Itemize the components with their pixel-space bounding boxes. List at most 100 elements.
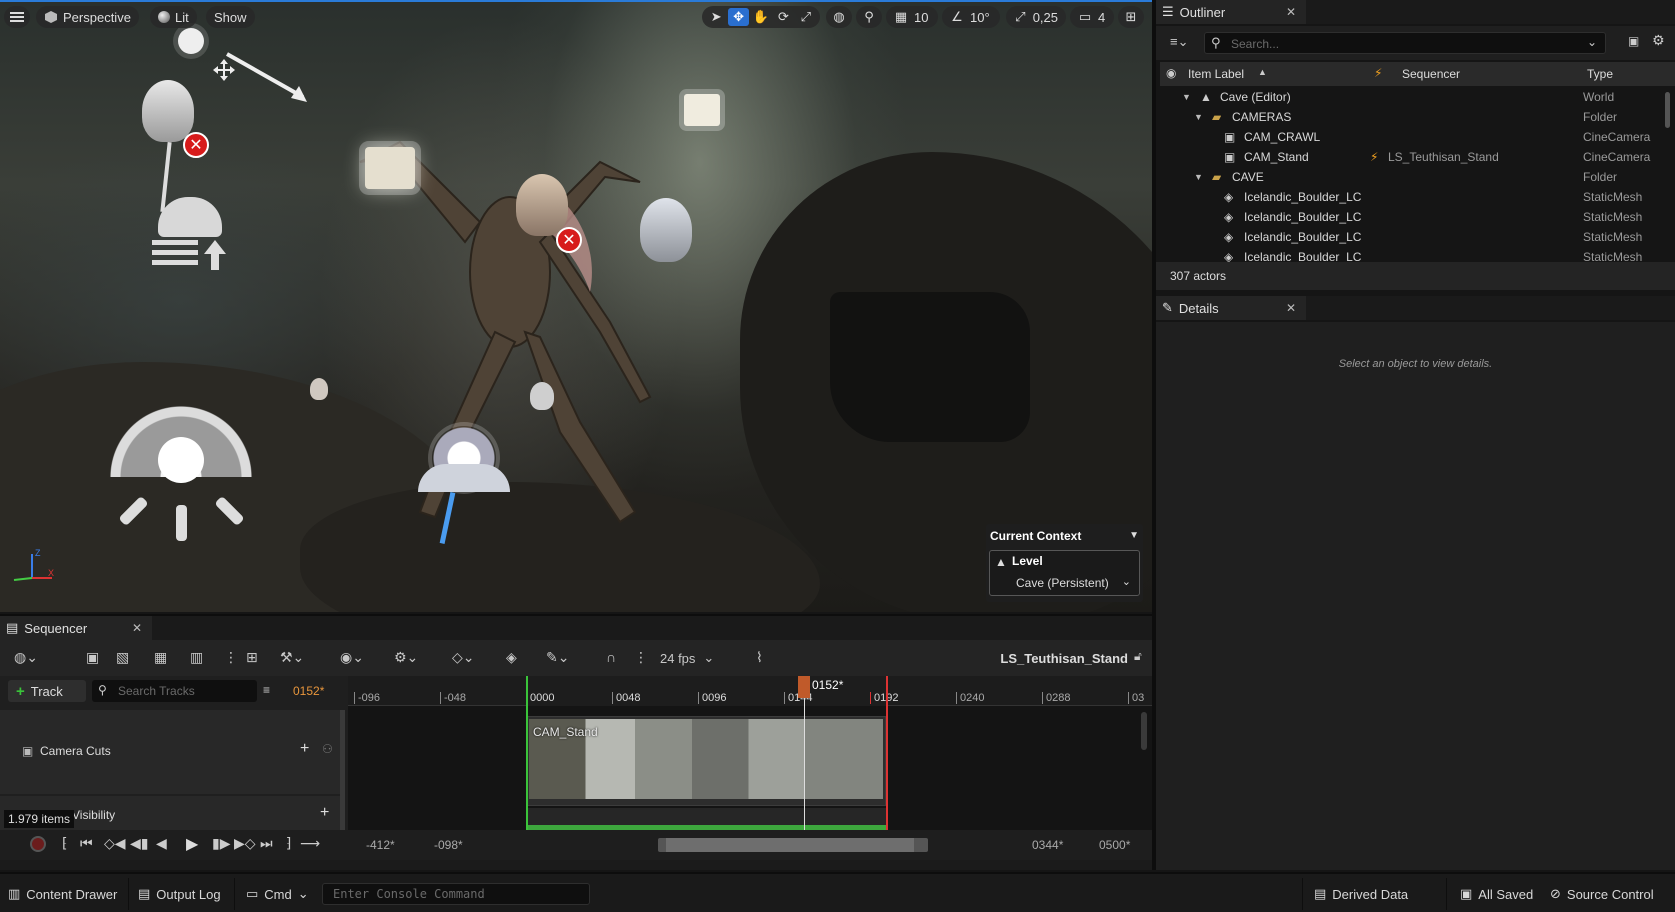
view-range-slider[interactable]: [658, 838, 928, 852]
surface-snap-button[interactable]: ⚲: [856, 6, 882, 28]
derived-data-button[interactable]: ▤ Derived Data: [1314, 882, 1408, 906]
world-icon[interactable]: ◍⌄: [14, 649, 38, 666]
select-icon[interactable]: ➤: [706, 8, 726, 26]
context-dropdown-icon[interactable]: ▼: [1129, 530, 1139, 541]
timeline-scrollbar[interactable]: [1141, 712, 1147, 750]
outliner-row[interactable]: ▣ CAM_Stand ⚡ LS_Teuthisan_Stand CineCamera: [1160, 147, 1675, 167]
output-log-button[interactable]: ▤ Output Log: [138, 882, 221, 906]
jump-to-end-icon[interactable]: ⁆: [286, 835, 291, 852]
sun-light-icon[interactable]: [178, 28, 204, 54]
next-key-icon[interactable]: ▶◇: [234, 835, 256, 852]
tab-outliner[interactable]: ☰ Outliner ✕: [1156, 0, 1306, 24]
rotate-hand-icon[interactable]: ✋: [751, 8, 771, 26]
filter-icon[interactable]: ≡⌄: [1170, 34, 1188, 50]
current-frame-value[interactable]: 0152*: [293, 684, 324, 698]
scale-snap-button[interactable]: ⤢ 0,25: [1006, 6, 1066, 28]
track-scrollbar[interactable]: [340, 710, 345, 830]
playback-start-marker[interactable]: [526, 676, 528, 830]
outliner-row[interactable]: ◈ Icelandic_Boulder_LC StaticMesh: [1160, 187, 1675, 207]
small-bulb-icon-2[interactable]: [310, 378, 328, 400]
show-button[interactable]: Show: [206, 6, 255, 28]
camera-icon[interactable]: ▦: [154, 649, 167, 666]
edit-mode-icon[interactable]: ✎⌄: [546, 649, 569, 666]
camera-lock-icon[interactable]: ⚇: [322, 742, 333, 756]
track-camera-cuts[interactable]: ▣ Camera Cuts + ⚇: [0, 710, 340, 794]
lit-button[interactable]: Lit: [150, 6, 197, 28]
move-gizmo-icon[interactable]: [212, 58, 236, 82]
eye-icon[interactable]: ◉: [1166, 66, 1176, 80]
level-visibility-section[interactable]: [526, 808, 886, 830]
save-icon[interactable]: ▣: [86, 649, 99, 666]
skylight-icon[interactable]: [98, 387, 264, 547]
angle-snap-button[interactable]: ∠ 10°: [942, 6, 1000, 28]
playhead[interactable]: [804, 676, 805, 830]
grid-snap-button[interactable]: ▦ 10: [886, 6, 938, 28]
point-light-bulb-icon-2[interactable]: [516, 174, 568, 236]
level-selector[interactable]: ▲ Level Cave (Persistent) ⌄: [989, 550, 1140, 596]
point-light-bulb-icon[interactable]: [142, 80, 194, 142]
rect-light-icon-2[interactable]: [684, 94, 720, 126]
point-light-bulb-icon-3[interactable]: [640, 198, 692, 262]
playhead-handle[interactable]: [798, 676, 810, 698]
play-icon[interactable]: ▶: [186, 834, 198, 854]
rotate-icon[interactable]: ⟳: [773, 8, 793, 26]
sky-atmosphere-icon[interactable]: [150, 192, 230, 277]
loop-icon[interactable]: ⟶: [300, 835, 320, 852]
outliner-row[interactable]: ◈ Icelandic_Boulder_LC StaticMesh: [1160, 207, 1675, 227]
snap-magnet-icon[interactable]: ∩: [606, 649, 616, 665]
outliner-row[interactable]: ▣ CAM_CRAWL CineCamera: [1160, 127, 1675, 147]
outliner-row[interactable]: ◈ Icelandic_Boulder_LC StaticMesh: [1160, 227, 1675, 247]
expand-arrow-icon[interactable]: ▼: [1182, 92, 1191, 102]
console-input[interactable]: Enter Console Command: [322, 883, 590, 905]
playback-end-marker[interactable]: [886, 676, 888, 830]
translate-icon[interactable]: ✥: [728, 8, 749, 26]
column-type[interactable]: Type: [1587, 67, 1613, 81]
record-icon[interactable]: [30, 836, 46, 852]
column-sequencer[interactable]: Sequencer: [1402, 67, 1460, 81]
auto-key-icon[interactable]: ◈: [506, 649, 517, 666]
skip-forward-icon[interactable]: ⏭︎: [260, 835, 273, 852]
tab-sequencer[interactable]: ▤ Sequencer ✕: [0, 616, 152, 640]
cmd-dropdown[interactable]: ▭ Cmd ⌄: [246, 882, 309, 906]
range-start-value[interactable]: -412*: [366, 838, 395, 852]
fps-dropdown[interactable]: 24 fps ⌄: [660, 650, 714, 666]
filter-icon[interactable]: ≡: [263, 683, 270, 697]
tab-details[interactable]: ✎ Details ✕: [1156, 296, 1306, 320]
scale-icon[interactable]: ⤢: [796, 8, 816, 26]
outliner-row[interactable]: ▼ ▲ Cave (Editor) World: [1160, 87, 1675, 107]
playback-gear-icon[interactable]: ⚙⌄: [394, 649, 418, 666]
layout-button[interactable]: ⊞: [1118, 6, 1144, 28]
view-end-value[interactable]: 0344*: [1032, 838, 1063, 852]
more-icon[interactable]: ⋮: [224, 649, 238, 666]
perspective-button[interactable]: Perspective: [36, 6, 139, 28]
lock-icon[interactable]: 🔓︎: [1134, 649, 1142, 664]
creature-mesh[interactable]: [300, 102, 720, 542]
wrench-icon[interactable]: ⚒⌄: [280, 649, 304, 666]
render-movie-icon[interactable]: ▥: [190, 649, 203, 666]
add-visibility-icon[interactable]: +: [320, 804, 329, 822]
step-back-icon[interactable]: ◀▮: [130, 835, 148, 852]
time-ruler[interactable]: -096 -048 0000 0048 0096 0144 0192 0240 …: [348, 676, 1152, 706]
all-saved-button[interactable]: ▣ All Saved: [1460, 882, 1533, 906]
spot-light-icon[interactable]: [418, 422, 510, 494]
outliner-search-input[interactable]: ⚲ Search... ⌄: [1204, 32, 1606, 54]
expand-arrow-icon[interactable]: ▼: [1194, 172, 1203, 182]
content-drawer-button[interactable]: ▥ Content Drawer: [8, 882, 117, 906]
camera-cut-section[interactable]: CAM_Stand: [526, 716, 886, 806]
track-search-input[interactable]: ⚲ Search Tracks: [92, 680, 257, 702]
outliner-scrollbar[interactable]: [1665, 92, 1670, 128]
jump-to-start-icon[interactable]: ⁅: [62, 835, 67, 852]
add-folder-icon[interactable]: ▣: [1628, 34, 1639, 48]
find-asset-icon[interactable]: ▧: [116, 649, 129, 666]
source-control-button[interactable]: ⊘ Source Control: [1550, 882, 1654, 906]
view-range-thumb[interactable]: [666, 838, 914, 852]
camera-speed-button[interactable]: ▭ 4: [1070, 6, 1114, 28]
curve-editor-icon[interactable]: ⌇: [756, 649, 763, 666]
add-track-button[interactable]: + Track: [8, 680, 86, 702]
column-item-label[interactable]: Item Label: [1188, 67, 1244, 81]
close-icon[interactable]: ✕: [1286, 301, 1296, 315]
range-end-value[interactable]: 0500*: [1099, 838, 1130, 852]
gear-icon[interactable]: ⚙: [1652, 32, 1665, 49]
expand-arrow-icon[interactable]: ▼: [1194, 112, 1203, 122]
skip-back-icon[interactable]: ⏮︎: [80, 835, 93, 852]
